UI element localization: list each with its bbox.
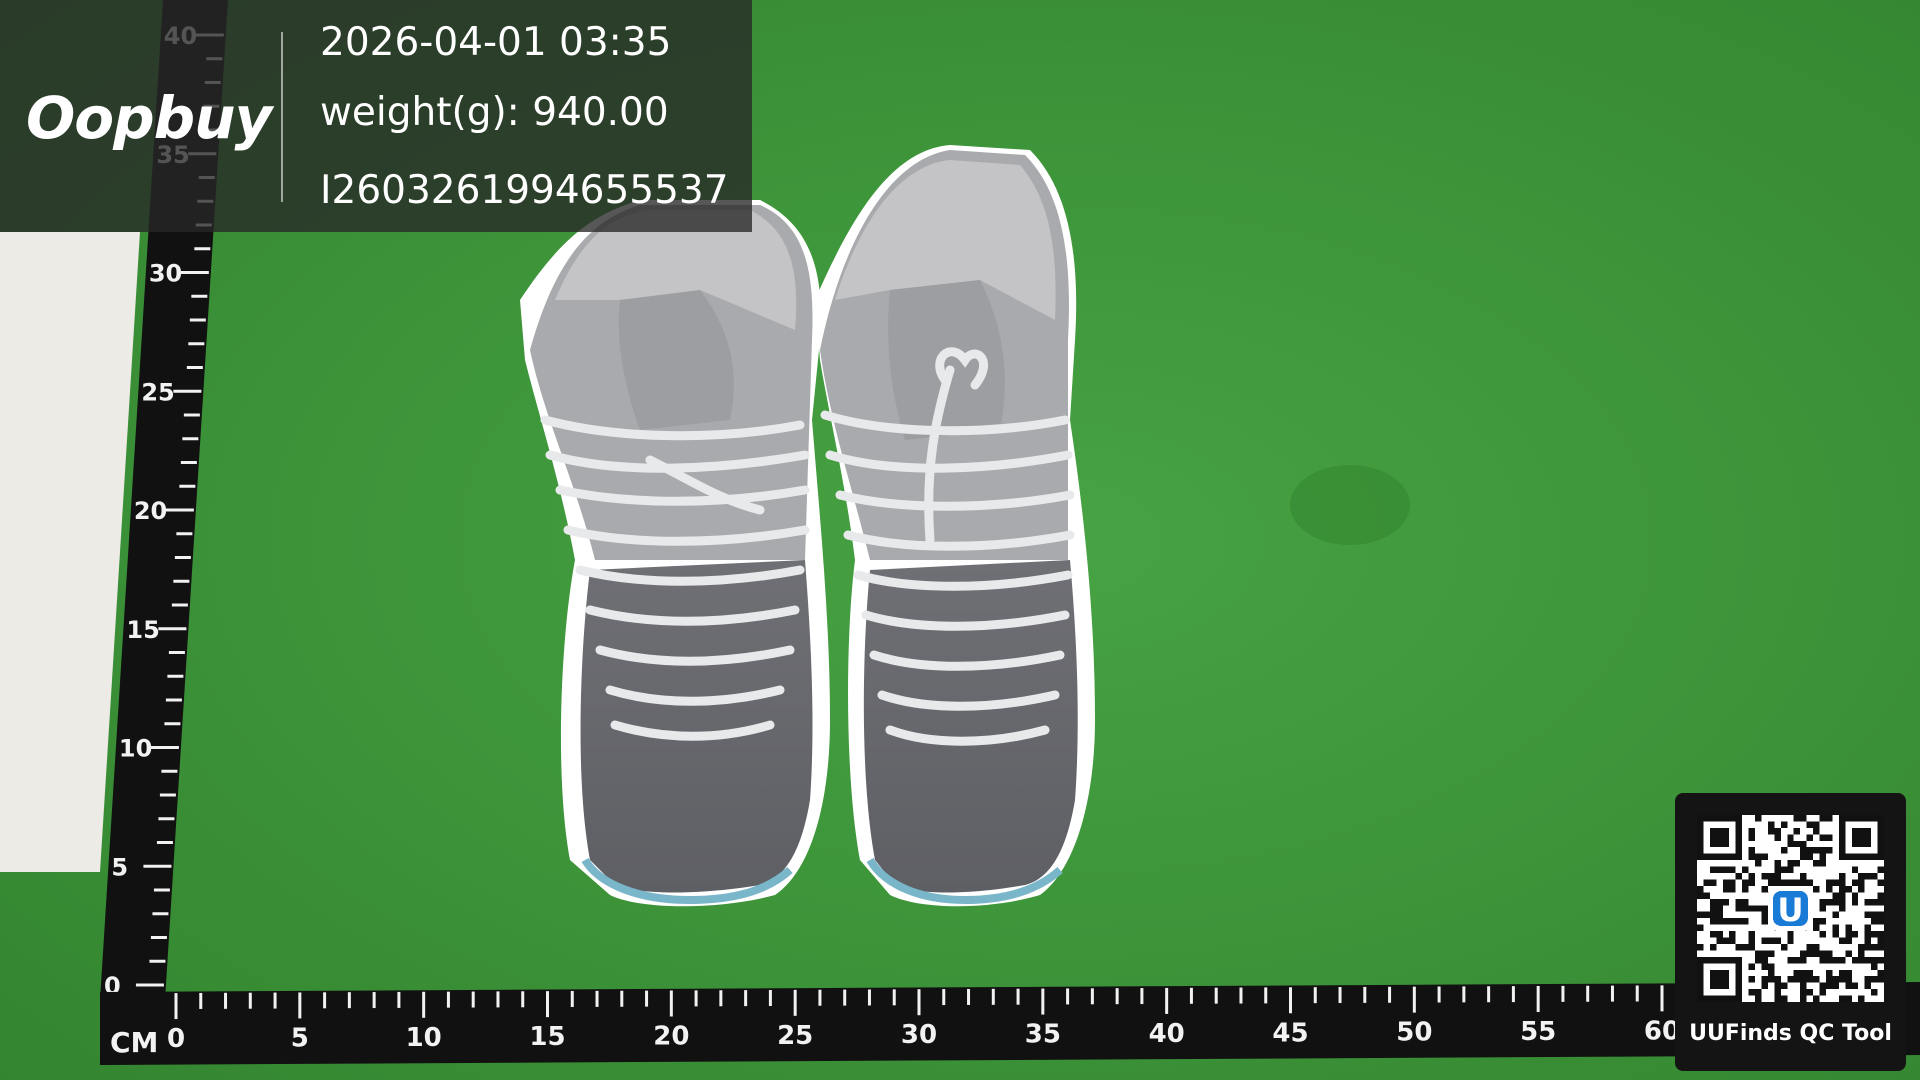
ruler-label: 50: [1396, 1018, 1432, 1048]
capture-timestamp: 2026-04-01 03:35: [320, 20, 672, 65]
ruler-label: 5: [111, 853, 128, 881]
ruler-label: 0: [167, 1024, 185, 1054]
ruler-unit-label: CM: [110, 1026, 158, 1059]
ruler-label: 55: [1520, 1017, 1556, 1047]
ruler-label: 35: [1025, 1020, 1061, 1050]
qr-tool-label: UUFinds QC Tool: [1689, 1021, 1892, 1046]
ruler-label: 30: [149, 260, 182, 288]
ruler-label: 25: [141, 378, 174, 406]
ruler-label: 30: [901, 1020, 937, 1050]
weight-readout: weight(g): 940.00: [320, 90, 669, 135]
ruler-label: 20: [653, 1022, 689, 1052]
horizontal-ruler: 0 5 10 15 20 25 30 35 40 45 50 55 60 CM: [100, 982, 1920, 1065]
ruler-label: 45: [1272, 1018, 1308, 1048]
info-overlay: Oopbuy 2026-04-01 03:35 weight(g): 940.0…: [0, 0, 752, 232]
ruler-label: 15: [529, 1022, 565, 1052]
ruler-label: 40: [1149, 1019, 1185, 1049]
ruler-label: 10: [406, 1023, 442, 1053]
ruler-label: 5: [291, 1023, 309, 1053]
qr-card[interactable]: U UUFinds QC Tool: [1675, 793, 1906, 1071]
ruler-label: 10: [119, 735, 152, 763]
ruler-label: 20: [134, 497, 167, 525]
mat-stain: [1290, 465, 1410, 545]
qr-center-badge: U: [1777, 891, 1803, 929]
qr-code-icon: U: [1697, 815, 1884, 1002]
ruler-label: 25: [777, 1021, 813, 1051]
brand-logo: Oopbuy: [26, 84, 272, 152]
order-id: I2603261994655537: [320, 168, 729, 213]
overlay-divider: [281, 32, 283, 202]
right-sneaker: [815, 145, 1095, 907]
ruler-label: 15: [126, 616, 159, 644]
